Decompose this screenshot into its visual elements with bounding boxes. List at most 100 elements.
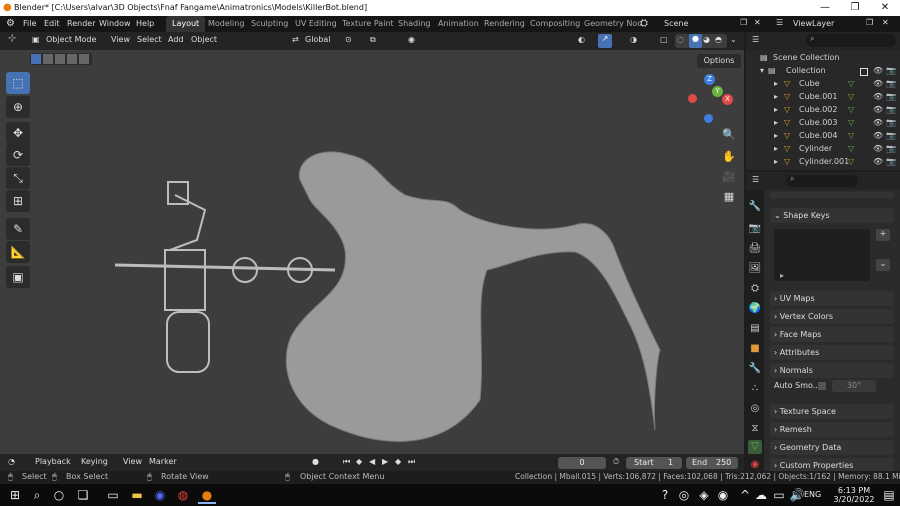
workspace-tab-rendering[interactable]: Rendering [478, 16, 531, 32]
chevron-right-icon[interactable]: ▸ [774, 79, 778, 88]
camera-icon[interactable]: 📷 [886, 144, 896, 153]
proportional-edit-icon[interactable]: ◉ [408, 35, 415, 44]
mesh-data-icon[interactable]: ▽ [848, 118, 854, 127]
physics-tab-icon[interactable]: ◎ [748, 402, 762, 416]
navigation-gizmo[interactable]: Z X Y [686, 74, 736, 124]
scene-tab-icon[interactable]: ⛭ [748, 282, 762, 296]
camera-view-icon[interactable]: 🎥 [720, 168, 738, 186]
mesh-data-icon[interactable]: ▽ [848, 79, 854, 88]
outliner-editor-icon[interactable]: ☰ [752, 35, 759, 44]
eye-icon[interactable]: 👁 [873, 157, 883, 166]
workspace-tab-animation[interactable]: Animation [432, 16, 485, 32]
visibility-icon[interactable]: ◐ [578, 35, 585, 44]
menu-edit[interactable]: Edit [44, 19, 60, 28]
camera-icon[interactable]: 📷 [886, 131, 896, 140]
solid-shading-icon[interactable]: ● [689, 34, 702, 48]
gizmo-neg-x[interactable] [688, 94, 697, 103]
chrome-icon[interactable]: ◍ [174, 486, 192, 504]
camera-icon[interactable]: 📷 [886, 79, 896, 88]
mesh-data-icon[interactable]: ▽ [848, 92, 854, 101]
view-layer-tab-icon[interactable]: 🖼 [748, 262, 762, 276]
select-new-icon[interactable] [31, 54, 41, 64]
workspace-tab-modeling[interactable]: Modeling [202, 16, 250, 32]
properties-editor-icon[interactable]: ☰ [752, 175, 759, 184]
menu-playback[interactable]: Playback [35, 457, 71, 466]
chevron-right-icon[interactable]: ▸ [774, 92, 778, 101]
menu-keying[interactable]: Keying [81, 457, 108, 466]
material-tab-icon[interactable]: ◉ [748, 458, 762, 472]
delete-scene-icon[interactable]: ✕ [754, 18, 761, 27]
output-tab-icon[interactable]: 🖨 [748, 242, 762, 256]
search-icon[interactable]: ⌕ [28, 486, 46, 504]
eye-icon[interactable]: 👁 [873, 131, 883, 140]
shape-keys-list[interactable]: ▸ [774, 229, 870, 281]
world-tab-icon[interactable]: 🌍 [748, 302, 762, 316]
maximize-button[interactable]: ❐ [840, 0, 870, 16]
clock-date[interactable]: 3/20/2022 [832, 495, 876, 504]
properties-panel-header[interactable]: › Normals [770, 363, 894, 378]
menu-window[interactable]: Window [99, 19, 131, 28]
minimize-button[interactable]: — [810, 0, 840, 16]
mode-selector[interactable]: Object Mode [46, 35, 96, 44]
clock-time[interactable]: 6:13 PM [832, 486, 876, 495]
auto-smooth-angle-field[interactable]: 30° [832, 380, 876, 392]
measure-tool-icon[interactable]: 📐 [6, 241, 30, 263]
mesh-data-icon[interactable]: ▽ [848, 144, 854, 153]
select-box-tool-icon[interactable]: ⬚ [6, 72, 30, 94]
play-icon[interactable]: ▶ [382, 457, 388, 466]
menu-view[interactable]: View [111, 35, 130, 44]
collection-tab-icon[interactable]: ▤ [748, 322, 762, 336]
outliner-object-row[interactable]: ▸ ▽ Cube.003 ▽ 👁 📷 [746, 118, 900, 131]
menu-select[interactable]: Select [137, 35, 162, 44]
properties-panel-header[interactable]: › Attributes [770, 345, 894, 360]
shape-keys-panel-header[interactable]: ⌄ Shape Keys [770, 208, 894, 223]
properties-panel-header[interactable]: › Geometry Data [770, 440, 894, 455]
eye-icon[interactable]: 👁 [873, 79, 883, 88]
outliner-scene-collection[interactable]: ▤ Scene Collection [746, 53, 900, 66]
notification-icon[interactable]: ▤ [880, 486, 898, 504]
menu-object[interactable]: Object [191, 35, 217, 44]
next-keyframe-icon[interactable]: ◆ [395, 457, 401, 466]
onedrive-icon[interactable]: ☁ [752, 486, 770, 504]
shading-options-icon[interactable]: ⌄ [730, 35, 737, 44]
workspace-tab-compositing[interactable]: Compositing [524, 16, 586, 32]
task-view-icon[interactable]: ❏ [74, 486, 92, 504]
eye-icon[interactable]: 👁 [873, 66, 883, 75]
chevron-right-icon[interactable]: ▸ [774, 131, 778, 140]
help-icon[interactable]: ? [656, 486, 674, 504]
mesh-data-tab-icon[interactable]: ▽ [748, 440, 762, 454]
current-frame-field[interactable]: 0 [558, 457, 606, 469]
perspective-toggle-icon[interactable]: ▦ [720, 188, 738, 206]
select-intersect-icon[interactable] [79, 54, 89, 64]
overlay-icon[interactable]: ◑ [630, 35, 637, 44]
cortana-icon[interactable]: ○ [50, 486, 68, 504]
workspace-tab-sculpting[interactable]: Sculpting [245, 16, 294, 32]
outliner-object-row[interactable]: ▸ ▽ Cube ▽ 👁 📷 [746, 79, 900, 92]
gizmo-x-axis[interactable]: X [722, 94, 733, 105]
network-icon[interactable]: ▭ [770, 486, 788, 504]
properties-panel-header[interactable]: › Remesh [770, 422, 894, 437]
chevron-right-icon[interactable]: ▸ [774, 118, 778, 127]
3d-viewport[interactable]: ⬚ ⊕ ✥ ⟳ ⤡ ⊞ ✎ 📐 ▣ Options Z X Y 🔍 ✋ 🎥 ▦ [0, 50, 744, 454]
outliner-object-row[interactable]: ▸ ▽ Cube.002 ▽ 👁 📷 [746, 105, 900, 118]
workspace-tab-texture-paint[interactable]: Texture Paint [336, 16, 400, 32]
preview-range-icon[interactable]: ⏱ [613, 457, 619, 467]
outliner-object-row[interactable]: ▸ ▽ Cube.004 ▽ 👁 📷 [746, 131, 900, 144]
particles-tab-icon[interactable]: ∴ [748, 382, 762, 396]
camera-icon[interactable]: 📷 [886, 66, 896, 75]
gizmo-neg-z[interactable] [704, 114, 713, 123]
mesh-data-icon[interactable]: ▽ [848, 157, 854, 166]
render-tab-icon[interactable]: 📷 [748, 222, 762, 236]
start-frame-field[interactable]: Start 1 [626, 457, 682, 469]
camera-icon[interactable]: 📷 [886, 105, 896, 114]
select-extend-icon[interactable] [43, 54, 53, 64]
jump-end-icon[interactable]: ⏭ [408, 457, 415, 467]
workspace-tab-geometry-nodes[interactable]: Geometry Nod [578, 16, 648, 32]
close-button[interactable]: ✕ [870, 0, 900, 16]
outliner-object-row[interactable]: ▸ ▽ Cylinder.001 ▽ 👁 📷 [746, 157, 900, 170]
file-explorer-icon[interactable]: ▭ [104, 486, 122, 504]
annotate-tool-icon[interactable]: ✎ [6, 218, 30, 240]
jump-start-icon[interactable]: ⏮ [343, 457, 350, 467]
properties-panel-header[interactable]: › Face Maps [770, 327, 894, 342]
camera-icon[interactable]: 📷 [886, 92, 896, 101]
